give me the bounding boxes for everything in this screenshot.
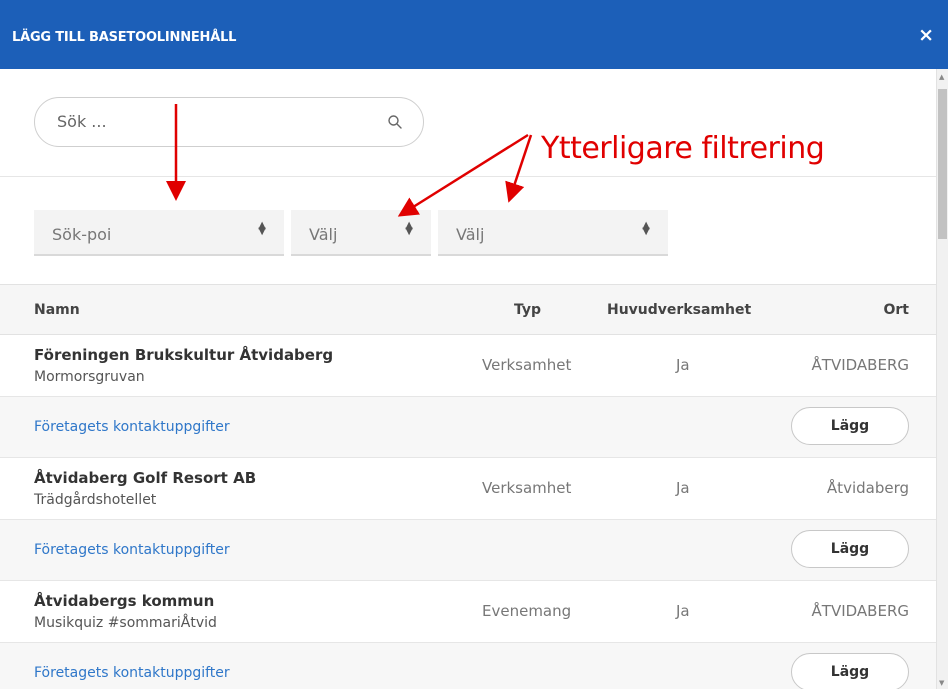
dialog-header: LÄGG TILL BASETOOLINNEHÅLL × — [0, 0, 948, 69]
row-type: Evenemang — [482, 602, 572, 620]
sort-arrows-icon: ▲ ▼ — [258, 220, 266, 237]
row-type: Verksamhet — [482, 479, 572, 497]
search-icon[interactable] — [387, 114, 403, 130]
divider — [0, 176, 936, 177]
sort-arrows-icon: ▲ ▼ — [405, 220, 413, 237]
row-name: Åtvidaberg Golf Resort AB — [34, 469, 257, 487]
add-button[interactable]: Lägg — [791, 653, 909, 689]
add-button[interactable]: Lägg — [791, 407, 909, 445]
scrollbar-thumb[interactable] — [938, 89, 947, 239]
row-type: Verksamhet — [482, 356, 572, 374]
contact-row: Företagets kontaktuppgifter Lägg — [0, 643, 936, 689]
contact-row: Företagets kontaktuppgifter Lägg — [0, 397, 936, 458]
row-sub: Musikquiz #sommariÅtvid — [34, 615, 217, 631]
table-header: Namn Typ Huvudverksamhet Ort — [0, 284, 936, 335]
column-header-name[interactable]: Namn — [34, 302, 80, 318]
column-header-type[interactable]: Typ — [514, 302, 541, 318]
scrollbar[interactable]: ▲ ▼ — [936, 69, 948, 689]
sort-arrows-icon: ▲ ▼ — [642, 220, 650, 237]
row-name: Föreningen Brukskultur Åtvidaberg — [34, 346, 334, 364]
contact-row: Företagets kontaktuppgifter Lägg — [0, 520, 936, 581]
scroll-up-icon[interactable]: ▲ — [939, 73, 944, 81]
column-header-main[interactable]: Huvudverksamhet — [607, 302, 751, 318]
poi-select-label: Sök-poi — [52, 225, 112, 244]
category-select[interactable]: Välj ▲ ▼ — [438, 210, 668, 256]
row-sub: Trädgårdshotellet — [34, 492, 157, 508]
search-box — [34, 97, 424, 147]
dialog-title: LÄGG TILL BASETOOLINNEHÅLL — [12, 30, 237, 45]
row-city: ÅTVIDABERG — [811, 602, 909, 620]
contact-link[interactable]: Företagets kontaktuppgifter — [34, 542, 230, 558]
close-icon[interactable]: × — [918, 24, 934, 46]
poi-select[interactable]: Sök-poi ▲ ▼ — [34, 210, 284, 256]
row-main: Ja — [676, 356, 690, 374]
results-table: Namn Typ Huvudverksamhet Ort Föreningen … — [0, 284, 936, 689]
contact-link[interactable]: Företagets kontaktuppgifter — [34, 419, 230, 435]
table-row: Åtvidabergs kommun Musikquiz #sommariÅtv… — [0, 581, 936, 643]
row-name: Åtvidabergs kommun — [34, 592, 215, 610]
search-input[interactable] — [55, 111, 379, 132]
scroll-down-icon[interactable]: ▼ — [939, 679, 944, 687]
table-row: Åtvidaberg Golf Resort AB Trädgårdshotel… — [0, 458, 936, 520]
add-button[interactable]: Lägg — [791, 530, 909, 568]
row-sub: Mormorsgruvan — [34, 369, 145, 385]
row-city: ÅTVIDABERG — [811, 356, 909, 374]
contact-link[interactable]: Företagets kontaktuppgifter — [34, 665, 230, 681]
row-main: Ja — [676, 479, 690, 497]
annotation-text: Ytterligare filtrering — [541, 131, 825, 166]
type-select-label: Välj — [309, 225, 338, 244]
column-header-city[interactable]: Ort — [884, 302, 910, 318]
row-city: Åtvidaberg — [826, 479, 909, 497]
type-select[interactable]: Välj ▲ ▼ — [291, 210, 431, 256]
category-select-label: Välj — [456, 225, 485, 244]
table-row: Föreningen Brukskultur Åtvidaberg Mormor… — [0, 335, 936, 397]
row-main: Ja — [676, 602, 690, 620]
